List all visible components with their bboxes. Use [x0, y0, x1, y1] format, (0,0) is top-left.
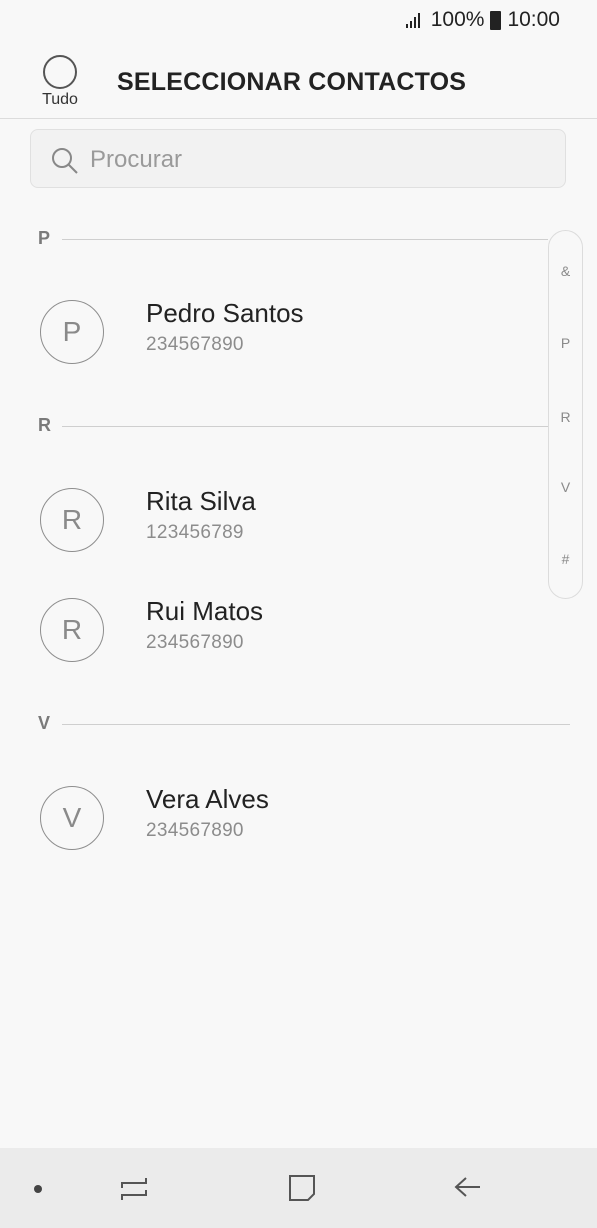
- contact-row[interactable]: V Vera Alves 234567890: [0, 774, 545, 864]
- contact-row[interactable]: R Rui Matos 234567890: [0, 586, 545, 676]
- search-input[interactable]: [88, 140, 542, 180]
- contact-row[interactable]: P Pedro Santos 234567890: [0, 288, 545, 378]
- dot-icon: [34, 1185, 42, 1193]
- avatar: V: [40, 786, 104, 850]
- contact-name: Vera Alves: [146, 784, 269, 814]
- section-header-p: P: [0, 228, 597, 252]
- page-title: SELECCIONAR CONTACTOS: [117, 68, 467, 96]
- contact-phone: 123456789: [146, 522, 244, 543]
- index-item[interactable]: V: [549, 479, 582, 495]
- section-divider: [62, 239, 548, 240]
- contact-phone: 234567890: [146, 632, 244, 653]
- section-letter: P: [38, 228, 51, 248]
- section-divider: [62, 724, 570, 725]
- navigation-bar: [0, 1148, 597, 1228]
- contact-phone: 234567890: [146, 820, 244, 841]
- avatar: P: [40, 300, 104, 364]
- section-header-v: V: [0, 713, 597, 737]
- clock: 10:00: [507, 8, 560, 31]
- contact-name: Rita Silva: [146, 486, 256, 516]
- avatar: R: [40, 488, 104, 552]
- status-bar: 100% 10:00: [0, 0, 597, 40]
- checkbox-circle-icon: [43, 55, 77, 89]
- section-letter: V: [38, 713, 51, 733]
- avatar: R: [40, 598, 104, 662]
- index-item[interactable]: &: [549, 263, 582, 279]
- avatar-initial: V: [62, 802, 82, 833]
- alphabet-index-bar[interactable]: & P R V #: [548, 230, 583, 599]
- battery-icon: [490, 10, 502, 30]
- section-header-r: R: [0, 415, 597, 439]
- contact-phone: 234567890: [146, 334, 244, 355]
- contact-name: Pedro Santos: [146, 298, 304, 328]
- select-all-checkbox[interactable]: Tudo: [36, 55, 84, 109]
- back-icon[interactable]: [452, 1170, 484, 1204]
- search-icon: [52, 148, 78, 174]
- index-item[interactable]: P: [549, 335, 582, 351]
- signal-icon: [405, 13, 420, 28]
- section-divider: [62, 426, 548, 427]
- recent-apps-icon[interactable]: [118, 1170, 150, 1204]
- index-item[interactable]: #: [549, 551, 582, 567]
- contact-row[interactable]: R Rita Silva 123456789: [0, 476, 545, 566]
- header: Tudo SELECCIONAR CONTACTOS: [0, 40, 597, 119]
- index-item[interactable]: R: [549, 409, 582, 425]
- select-all-label: Tudo: [42, 91, 78, 108]
- contact-name: Rui Matos: [146, 596, 264, 626]
- avatar-initial: P: [62, 316, 82, 347]
- avatar-initial: R: [61, 614, 83, 645]
- search-bar[interactable]: [30, 129, 566, 188]
- section-letter: R: [38, 415, 51, 435]
- avatar-initial: R: [61, 504, 83, 535]
- battery-percentage: 100%: [430, 8, 485, 31]
- home-icon[interactable]: [286, 1170, 318, 1204]
